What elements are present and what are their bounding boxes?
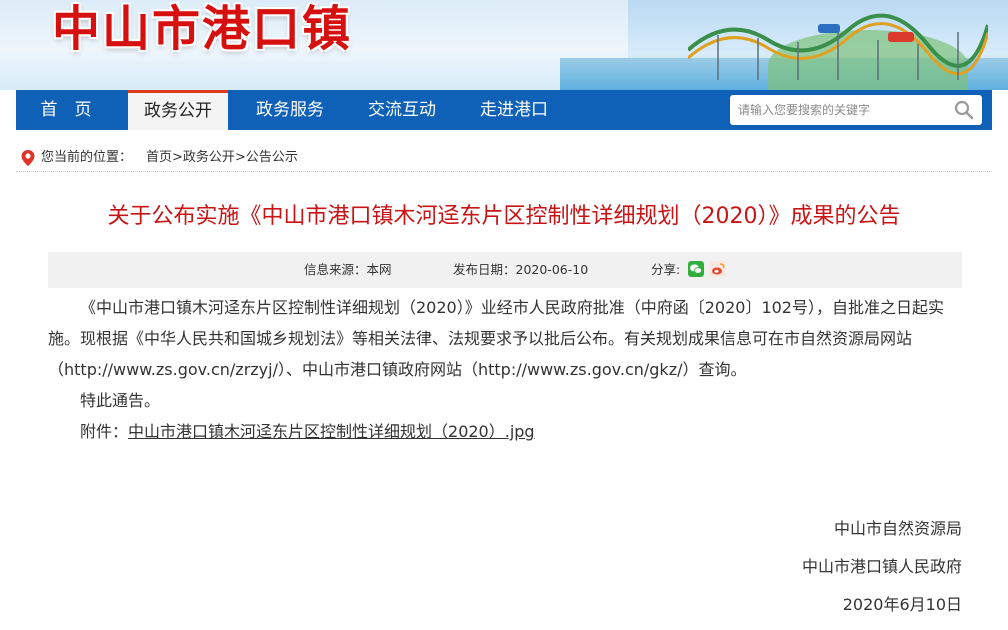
share-label: 分享: — [651, 262, 681, 277]
nav-home[interactable]: 首 页 — [16, 90, 116, 130]
nav-interaction[interactable]: 交流互动 — [352, 90, 452, 130]
signature-town-government: 中山市港口镇人民政府 — [801, 557, 962, 576]
article-body: 《中山市港口镇木河迳东片区控制性详细规划（2020）》业经市人民政府批准（中府函… — [48, 292, 964, 447]
article-meta: 信息来源：本网 发布日期：2020-06-10 分享: — [48, 252, 962, 288]
breadcrumb-label: 您当前的位置： — [41, 150, 133, 165]
nav-about-gangkou[interactable]: 走进港口 — [464, 90, 564, 130]
breadcrumb-government-affairs[interactable]: 政务公开 — [183, 150, 235, 165]
breadcrumb-announcements[interactable]: 公告公示 — [246, 150, 298, 165]
search-icon[interactable] — [954, 100, 974, 120]
location-pin-icon — [21, 150, 35, 166]
article-title: 关于公布实施《中山市港口镇木河迳东片区控制性详细规划（2020）》成果的公告 — [107, 204, 901, 229]
attachment-line: 附件：中山市港口镇木河迳东片区控制性详细规划（2020）.jpg — [48, 416, 964, 447]
roller-coaster-illustration — [688, 13, 988, 80]
attachment-link[interactable]: 中山市港口镇木河迳东片区控制性详细规划（2020）.jpg — [128, 422, 535, 441]
breadcrumb-path: 首页>政务公开>公告公示 — [146, 145, 298, 171]
signature-bureau: 中山市自然资源局 — [833, 519, 962, 538]
nav-government-affairs[interactable]: 政务公开 — [128, 90, 228, 130]
info-source: 信息来源：本网 — [304, 262, 392, 277]
breadcrumb-home[interactable]: 首页 — [146, 150, 172, 165]
article-paragraph: 《中山市港口镇木河迳东片区控制性详细规划（2020）》业经市人民政府批准（中府函… — [48, 298, 944, 379]
article-closing: 特此通告。 — [80, 391, 161, 410]
breadcrumb-separator: > — [234, 150, 246, 165]
search-box — [730, 95, 982, 125]
attachment-label: 附件： — [80, 422, 129, 441]
publish-date: 发布日期：2020-06-10 — [453, 262, 589, 277]
nav-government-services[interactable]: 政务服务 — [240, 90, 340, 130]
wechat-icon[interactable] — [688, 261, 704, 277]
search-input[interactable] — [738, 95, 938, 125]
breadcrumb-separator: > — [172, 150, 183, 165]
site-title[interactable]: 中山市港口镇 — [52, 2, 352, 56]
main-nav: 首 页 政务公开 政务服务 交流互动 走进港口 — [16, 90, 992, 130]
weibo-icon[interactable] — [710, 261, 726, 277]
header-banner: 中山市港口镇 — [0, 0, 1008, 90]
signature-date: 2020年6月10日 — [842, 595, 962, 614]
breadcrumb: 您当前的位置： 首页>政务公开>公告公示 — [16, 145, 992, 172]
